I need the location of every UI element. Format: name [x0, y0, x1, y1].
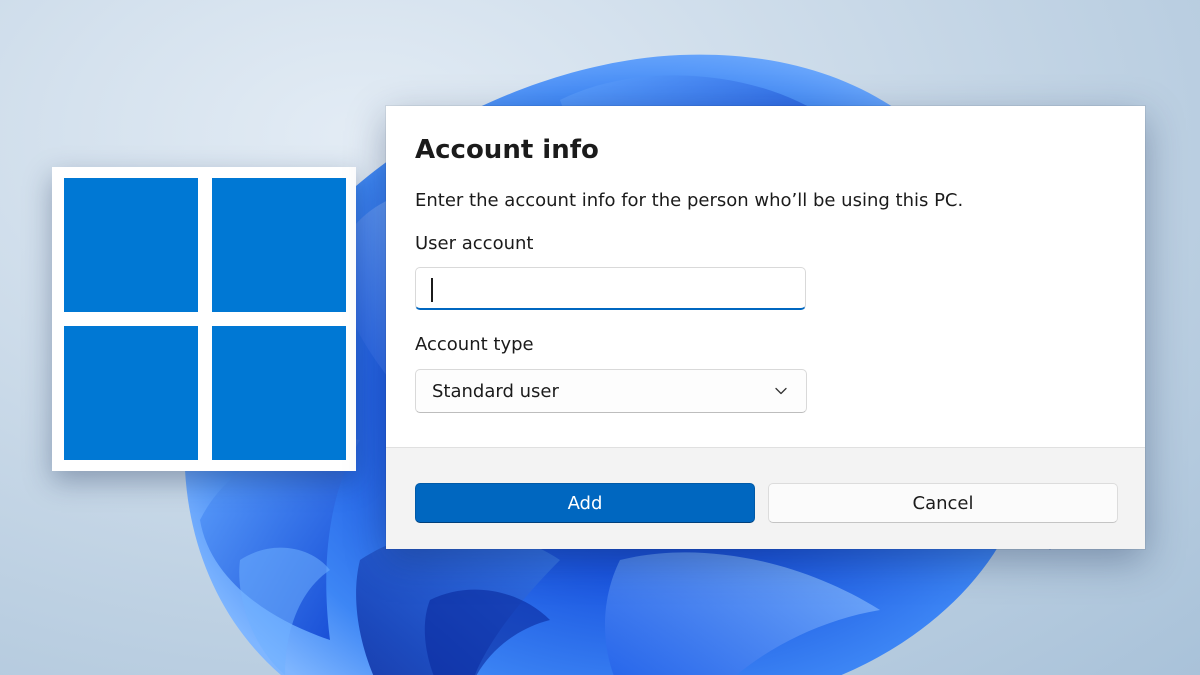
text-caret	[431, 278, 433, 302]
dialog-footer: Add Cancel	[386, 448, 1145, 549]
cancel-button[interactable]: Cancel	[768, 483, 1118, 523]
user-account-input[interactable]	[415, 267, 806, 310]
account-type-select[interactable]: Standard user	[415, 369, 807, 413]
account-type-label: Account type	[415, 334, 534, 355]
chevron-down-icon	[775, 387, 787, 395]
windows-logo-icon	[52, 167, 356, 471]
logo-pane-bottom-left	[64, 326, 198, 460]
account-info-dialog: Account info Enter the account info for …	[386, 106, 1145, 549]
logo-pane-bottom-right	[212, 326, 346, 460]
user-account-label: User account	[415, 233, 534, 254]
logo-pane-top-left	[64, 178, 198, 312]
account-type-selected: Standard user	[432, 381, 559, 402]
dialog-title: Account info	[415, 135, 599, 165]
dialog-description: Enter the account info for the person wh…	[415, 190, 964, 211]
dialog-body: Account info Enter the account info for …	[386, 106, 1145, 447]
logo-pane-top-right	[212, 178, 346, 312]
add-button[interactable]: Add	[415, 483, 755, 523]
